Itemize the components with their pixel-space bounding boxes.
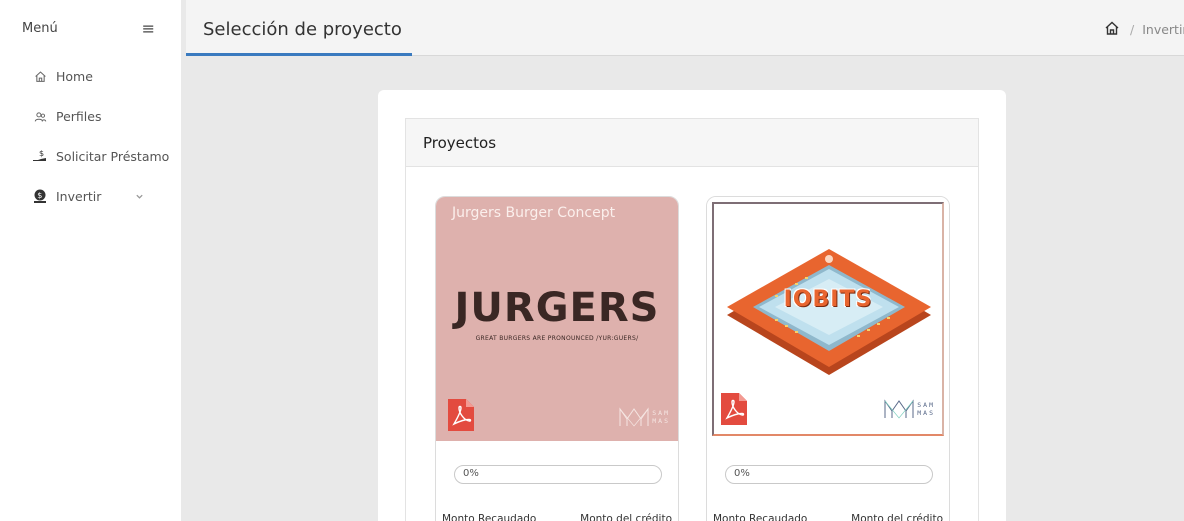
hamburger-icon[interactable]: ≡ bbox=[142, 19, 155, 38]
page-title: Selección de proyecto bbox=[203, 19, 402, 40]
sammas-logo: SAM MAS bbox=[619, 407, 670, 427]
chevron-down-icon[interactable] bbox=[135, 189, 144, 204]
hand-money-icon: $ bbox=[32, 148, 48, 164]
project-cover[interactable]: IOBITS SAM MAS bbox=[707, 197, 949, 441]
sidebar-item-label: Invertir bbox=[56, 188, 102, 204]
project-card[interactable]: Jurgers Burger Concept JURGERS GREAT BUR… bbox=[435, 196, 679, 521]
brand-text: SAM MAS bbox=[917, 401, 935, 417]
project-logo-text: JURGERS bbox=[454, 285, 660, 331]
users-icon bbox=[32, 108, 48, 124]
main-panel: Proyectos Jurgers Burger Concept JURGERS… bbox=[378, 90, 1006, 521]
sammas-logo: SAM MAS bbox=[884, 399, 935, 419]
project-logo-text: IOBITS bbox=[783, 287, 873, 312]
chip-illustration bbox=[727, 249, 931, 375]
project-tagline: GREAT BURGERS ARE PRONOUNCED /YUR:GUERS/ bbox=[475, 335, 639, 342]
sidebar-item-invertir[interactable]: $ Invertir bbox=[0, 176, 181, 216]
home-icon bbox=[32, 68, 48, 84]
progress-bar: 0% bbox=[454, 465, 662, 484]
project-card[interactable]: IOBITS SAM MAS 0% Monto Recaudado Monto d… bbox=[706, 196, 950, 521]
sidebar-item-perfiles[interactable]: Perfiles bbox=[0, 96, 181, 136]
sidebar-header: Menú ≡ bbox=[0, 0, 181, 56]
sidebar-item-label: Solicitar Préstamo bbox=[56, 148, 170, 164]
raised-label: Monto Recaudado bbox=[442, 513, 537, 521]
project-meta: Monto Recaudado Monto del crédito bbox=[442, 513, 672, 521]
projects-box: Proyectos Jurgers Burger Concept JURGERS… bbox=[405, 118, 979, 521]
projects-header: Proyectos bbox=[406, 119, 978, 167]
breadcrumb: / Invertir bbox=[1104, 20, 1184, 39]
credit-label: Monto del crédito bbox=[580, 513, 672, 521]
progress-label: 0% bbox=[734, 468, 750, 479]
coin-icon: $ bbox=[32, 188, 48, 204]
breadcrumb-item[interactable]: Invertir bbox=[1142, 22, 1184, 37]
title-underline bbox=[186, 53, 412, 56]
progress-label: 0% bbox=[463, 468, 479, 479]
pdf-icon[interactable] bbox=[721, 393, 747, 425]
sidebar-title: Menú bbox=[22, 20, 58, 36]
sidebar-item-solicitar-prestamo[interactable]: $ Solicitar Préstamo bbox=[0, 136, 181, 176]
top-bar: Selección de proyecto / Invertir bbox=[186, 0, 1184, 56]
sidebar-item-label: Perfiles bbox=[56, 108, 102, 124]
sidebar: Menú ≡ Home Perfiles $ Solicitar Préstam… bbox=[0, 0, 181, 521]
brand-text: SAM MAS bbox=[652, 409, 670, 425]
home-icon[interactable] bbox=[1104, 20, 1120, 39]
sidebar-item-home[interactable]: Home bbox=[0, 56, 181, 96]
sidebar-item-label: Home bbox=[56, 68, 93, 84]
svg-text:$: $ bbox=[39, 149, 44, 158]
project-cover[interactable]: Jurgers Burger Concept JURGERS GREAT BUR… bbox=[436, 197, 678, 441]
pdf-icon[interactable] bbox=[448, 399, 474, 431]
project-meta: Monto Recaudado Monto del crédito bbox=[713, 513, 943, 521]
credit-label: Monto del crédito bbox=[851, 513, 943, 521]
raised-label: Monto Recaudado bbox=[713, 513, 808, 521]
progress-bar: 0% bbox=[725, 465, 933, 484]
svg-text:$: $ bbox=[37, 191, 42, 200]
project-title: Jurgers Burger Concept bbox=[452, 205, 616, 221]
section-title: Proyectos bbox=[423, 133, 497, 152]
